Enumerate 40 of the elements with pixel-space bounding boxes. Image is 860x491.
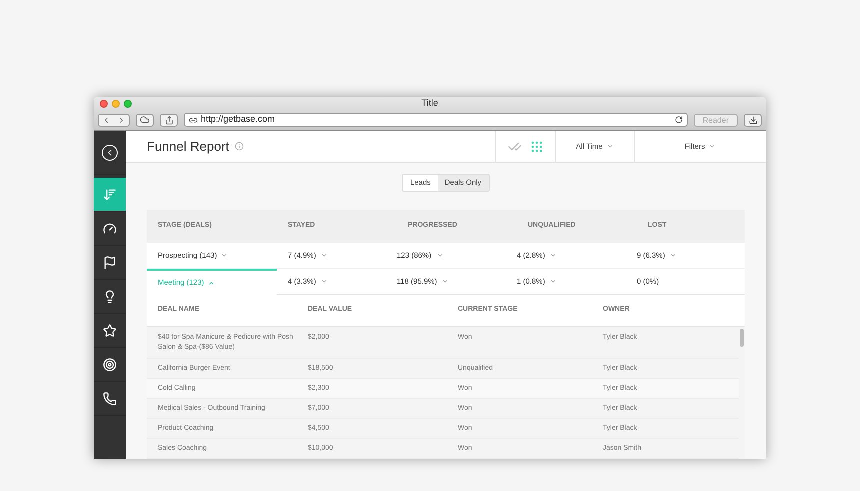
zoom-icon[interactable]: [124, 100, 132, 108]
star-icon: [103, 324, 117, 338]
chevron-down-icon[interactable]: [436, 252, 444, 259]
phone-icon: [103, 392, 117, 406]
chevron-down-icon[interactable]: [321, 278, 328, 285]
chevron-up-icon[interactable]: [208, 280, 216, 286]
download-icon: [748, 116, 758, 124]
window-title: Title: [422, 97, 438, 110]
download-button[interactable]: [744, 114, 762, 126]
page-title: Funnel Report: [147, 138, 230, 156]
cloud-icon: [140, 115, 150, 125]
sort-icon: [103, 188, 117, 202]
share-icon: [164, 116, 174, 124]
back-forward-button[interactable]: [98, 114, 130, 126]
grid-icon[interactable]: [530, 140, 544, 154]
target-icon: [103, 358, 117, 372]
sidebar-item[interactable]: [94, 178, 126, 212]
back-icon: [102, 144, 118, 160]
reload-icon[interactable]: [674, 116, 683, 124]
chevron-down-icon[interactable]: [550, 278, 558, 285]
chevron-down-icon[interactable]: [670, 252, 678, 259]
scrollbar-thumb[interactable]: [740, 329, 744, 347]
address-field[interactable]: http://getbase.com: [184, 113, 688, 127]
forward-icon: [117, 116, 126, 124]
chevron-down-icon[interactable]: [442, 278, 450, 285]
chevron-down-icon[interactable]: [321, 252, 328, 259]
chevron-down-icon: [606, 143, 614, 150]
share-button[interactable]: [160, 114, 178, 126]
close-icon[interactable]: [100, 100, 108, 108]
minimize-icon[interactable]: [112, 100, 120, 108]
cloud-button[interactable]: [136, 114, 154, 126]
chevron-down-icon[interactable]: [221, 252, 228, 259]
link-icon: [189, 116, 198, 124]
gauge-icon: [103, 222, 117, 236]
lightbulb-icon: [103, 290, 117, 304]
chevron-down-icon[interactable]: [550, 252, 558, 259]
chevron-down-icon: [709, 143, 716, 150]
flag-icon: [103, 256, 117, 270]
info-icon[interactable]: [235, 142, 244, 151]
back-icon: [102, 116, 111, 124]
